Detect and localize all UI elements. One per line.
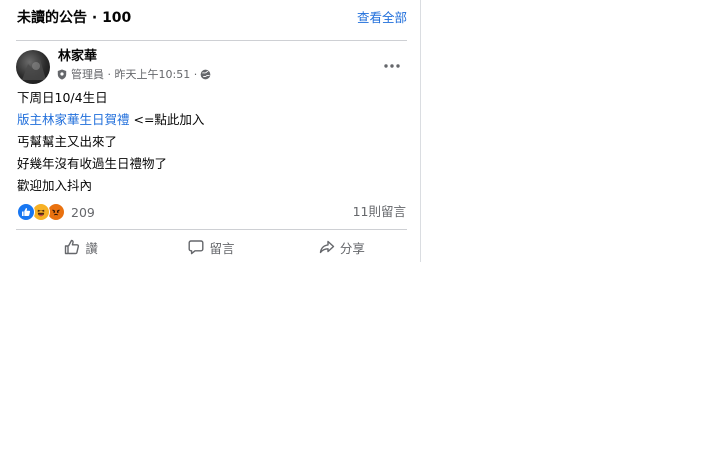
post-meta: 管理員 · 昨天上午10:51 ·	[57, 66, 211, 82]
admin-shield-icon	[57, 69, 67, 80]
header-divider	[16, 40, 407, 41]
post-text-line-5: 歡迎加入抖內	[17, 178, 93, 193]
comment-label: 留言	[209, 240, 235, 256]
like-button[interactable]: 讚	[16, 232, 146, 262]
post-text-line-4: 好幾年沒有收過生日禮物了	[17, 156, 168, 171]
link-suffix: <=點此加入	[129, 112, 205, 127]
post-timestamp[interactable]: 昨天上午10:51	[115, 66, 191, 82]
comment-icon	[188, 240, 204, 255]
reactions-summary[interactable]: 209	[17, 203, 95, 221]
avatar-image	[22, 59, 46, 80]
announcements-title: 未讀的公告 · 100	[17, 10, 132, 26]
comments-count-link[interactable]: 11則留言	[353, 203, 406, 221]
see-all-link[interactable]: 查看全部	[357, 8, 407, 28]
comment-button[interactable]: 留言	[146, 232, 276, 262]
share-button[interactable]: 分享	[277, 232, 407, 262]
share-label: 分享	[339, 240, 365, 256]
more-options-button[interactable]	[378, 54, 406, 78]
globe-icon	[200, 69, 211, 80]
reaction-count: 209	[71, 204, 95, 220]
more-icon	[384, 64, 400, 68]
post-text-line-2: 版主林家華生日賀禮 <=點此加入	[17, 112, 204, 128]
thumbs-up-icon	[65, 239, 80, 255]
actions-divider	[16, 229, 407, 230]
post-text-line-1: 下周日10/4生日	[17, 90, 108, 105]
post-text-line-3: 丐幫幫主又出來了	[17, 134, 118, 149]
announcements-panel: 未讀的公告 · 100 查看全部 林家華 管理員 · 昨天上午10:51 · 下…	[0, 0, 421, 262]
avatar[interactable]	[16, 50, 50, 84]
like-reaction-icon	[17, 203, 35, 221]
birthday-gift-link[interactable]: 版主林家華生日賀禮	[17, 112, 130, 127]
post-role: 管理員	[71, 68, 104, 81]
post-author-name[interactable]: 林家華	[58, 48, 97, 66]
announcements-header: 未讀的公告 · 100 查看全部	[17, 8, 407, 28]
share-icon	[319, 240, 335, 254]
meta-separator-2: ·	[193, 67, 198, 81]
like-label: 讚	[85, 240, 98, 256]
post-action-bar: 讚 留言 分享	[16, 232, 407, 262]
